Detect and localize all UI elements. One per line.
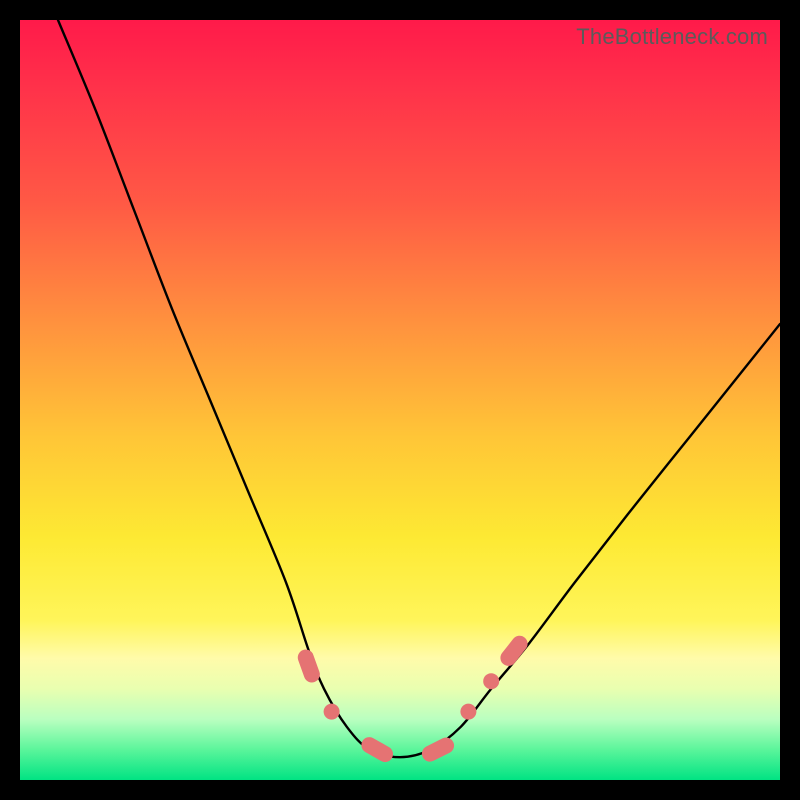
marker-pill [419,735,457,765]
marker-dot [483,673,499,689]
marker-pill [497,632,531,669]
marker-pill [358,734,395,765]
marker-dot [460,704,476,720]
chart-plot-area: TheBottleneck.com [20,20,780,780]
chart-svg [20,20,780,780]
chart-frame: TheBottleneck.com [0,0,800,800]
marker-pill [296,647,323,684]
marker-dot [324,704,340,720]
marker-group [296,632,531,764]
bottleneck-curve [58,20,780,757]
